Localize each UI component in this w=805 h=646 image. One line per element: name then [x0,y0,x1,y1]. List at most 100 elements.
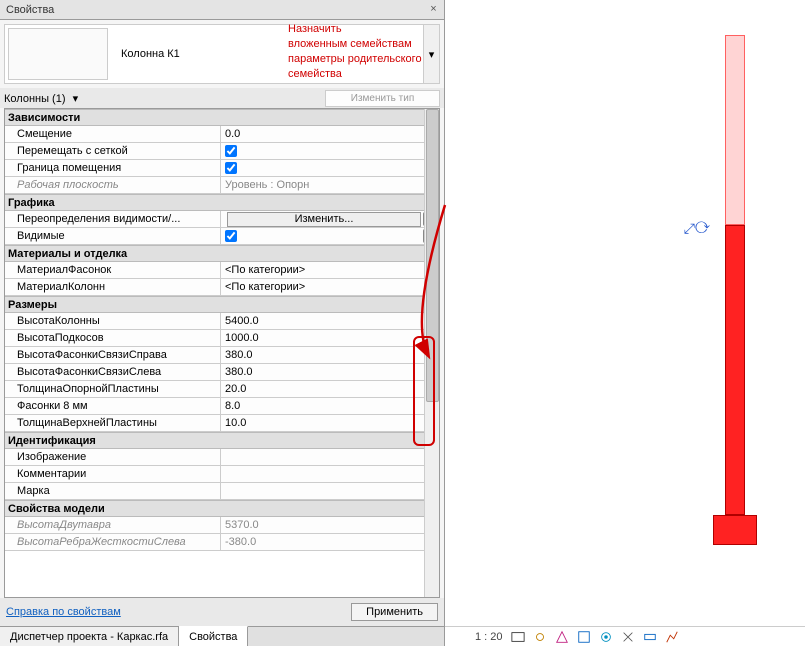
param-input[interactable] [225,451,425,463]
param-value-cell [221,143,439,159]
param-value-cell [221,534,439,550]
param-row: Изображение [5,449,439,466]
param-value-cell [221,126,439,142]
param-input[interactable] [225,281,424,293]
group-label: Размеры [5,299,425,311]
param-value-cell [221,177,439,193]
param-name: ВысотаДвутавра [5,517,221,533]
crop-icon[interactable] [577,630,591,644]
tab-properties[interactable]: Свойства [179,626,248,646]
param-row: Рабочая плоскость [5,177,439,194]
param-checkbox[interactable] [225,162,237,174]
param-name: ВысотаФасонкиСвязиСлева [5,364,221,380]
param-value-cell [221,279,439,295]
close-icon[interactable]: × [427,3,440,16]
param-name: ВысотаФасонкиСвязиСправа [5,347,221,363]
param-input [225,536,425,548]
param-row: ТолщинаВерхнейПластины [5,415,439,432]
param-input[interactable] [225,349,424,361]
param-name: Комментарии [5,466,221,482]
group-header[interactable]: Материалы и отделка⌃ [5,245,439,262]
analytical-icon[interactable] [665,630,679,644]
param-row: ВысотаДвутавра [5,517,439,534]
param-row: ВысотаКолонны [5,313,439,330]
param-value-cell [221,228,439,244]
3d-viewport[interactable]: ⤢⟳ [445,0,805,646]
param-value-cell [221,313,439,329]
param-row: Переопределения видимости/...Изменить... [5,211,439,228]
visual-style-icon[interactable] [511,630,525,644]
param-row: ВысотаФасонкиСвязиСлева [5,364,439,381]
hide-isolate-icon[interactable] [599,630,613,644]
param-edit-button[interactable]: Изменить... [227,212,421,227]
param-value-cell [221,466,439,482]
scale-label[interactable]: 1 : 20 [475,631,503,643]
shadows-icon[interactable] [555,630,569,644]
type-dropdown-icon[interactable]: ▾ [423,25,439,83]
param-input[interactable] [225,128,425,140]
param-value-cell [221,160,439,176]
vertical-scrollbar[interactable] [424,109,439,597]
instance-filter-label[interactable]: Колонны (1) ▾ [4,92,322,105]
view-control-bar: 1 : 20 [445,626,805,646]
type-selector[interactable]: Колонна К1 ▾ [4,24,440,84]
group-header[interactable]: Размеры⌃ [5,296,439,313]
tab-project-browser[interactable]: Диспетчер проекта - Каркас.rfa [0,627,179,646]
panel-header: Свойства × [0,0,444,20]
apply-button[interactable]: Применить [351,603,438,621]
group-header[interactable]: Графика⌃ [5,194,439,211]
param-input[interactable] [225,400,424,412]
param-checkbox[interactable] [225,145,237,157]
param-input [225,179,425,191]
group-header[interactable]: Зависимости⌃ [5,109,439,126]
param-row: ВысотаПодкосов [5,330,439,347]
param-name: Изображение [5,449,221,465]
param-name: Граница помещения [5,160,221,176]
edit-type-button[interactable]: Изменить тип [325,90,440,107]
group-label: Идентификация [5,435,425,447]
param-name: ТолщинаОпорнойПластины [5,381,221,397]
param-row: Видимые [5,228,439,245]
group-header[interactable]: Идентификация⌃ [5,432,439,449]
param-name: Рабочая плоскость [5,177,221,193]
param-checkbox[interactable] [225,230,237,242]
param-row: Фасонки 8 мм [5,398,439,415]
properties-panel: Свойства × Колонна К1 ▾ Колонны (1) ▾ Из… [0,0,445,646]
param-value-cell [221,381,439,397]
param-input[interactable] [225,264,424,276]
param-value-cell [221,398,439,414]
param-value-cell [221,262,439,278]
param-input[interactable] [225,315,424,327]
param-input[interactable] [225,383,424,395]
group-header[interactable]: Свойства модели⌃ [5,500,439,517]
param-row: ВысотаРебраЖесткостиСлева [5,534,439,551]
param-name: Марка [5,483,221,499]
param-name: ВысотаРебраЖесткостиСлева [5,534,221,550]
reveal-hidden-icon[interactable] [621,630,635,644]
scrollbar-thumb[interactable] [426,109,439,402]
param-input[interactable] [225,366,424,378]
param-input[interactable] [225,468,424,480]
param-value-cell [221,347,439,363]
group-label: Материалы и отделка [5,248,425,260]
param-row: Марка [5,483,439,500]
column-element[interactable] [715,35,755,545]
help-link[interactable]: Справка по свойствам [6,606,121,618]
constraints-icon[interactable] [643,630,657,644]
panel-footer: Справка по свойствам Применить [0,598,444,626]
param-name: ТолщинаВерхнейПластины [5,415,221,431]
param-row: ТолщинаОпорнойПластины [5,381,439,398]
type-name-label: Колонна К1 [111,25,423,83]
param-input[interactable] [225,332,424,344]
sun-path-icon[interactable] [533,630,547,644]
param-input[interactable] [225,485,424,497]
param-row: МатериалКолонн [5,279,439,296]
param-value-cell [221,364,439,380]
param-value-cell [221,415,439,431]
param-value-cell [221,483,439,499]
panel-tabs: Диспетчер проекта - Каркас.rfa Свойства [0,626,444,646]
param-input[interactable] [225,417,424,429]
viewcube-widget[interactable]: ⤢⟳ [684,220,710,237]
column-base-plate [713,515,757,545]
param-name: Перемещать с сеткой [5,143,221,159]
